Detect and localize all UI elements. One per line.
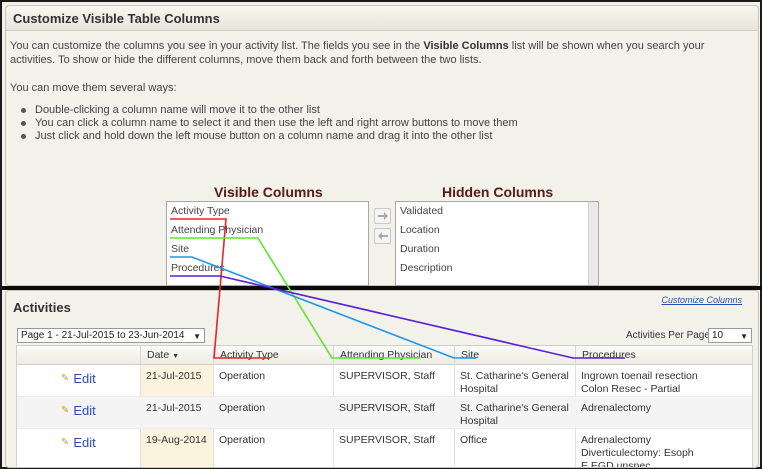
hidden-list-scrollbar[interactable] xyxy=(588,202,598,285)
customize-panel-header: Customize Visible Table Columns xyxy=(6,6,758,31)
instruction-item: Just click and hold down the left mouse … xyxy=(21,130,518,143)
cell-physician: SUPERVISOR, Staff xyxy=(339,434,435,446)
cell-procedures: Ingrown toenail resection Colon Resec - P… xyxy=(575,370,698,396)
hidden-column-item[interactable]: Location xyxy=(396,221,598,240)
activities-title: Activities xyxy=(13,300,71,315)
cell-activity-type: Operation xyxy=(219,370,266,382)
cell-site: St. Catharine's General Hospital xyxy=(454,370,569,396)
table-row: ✎ Edit 21-Jul-2015 Operation SUPERVISOR, … xyxy=(17,397,752,429)
procedure-line: E EGD unspec xyxy=(581,460,651,468)
header-site[interactable]: Site xyxy=(454,346,575,365)
header-date[interactable]: Date ▼ xyxy=(140,346,213,365)
customize-intro-text: You can customize the columns you see in… xyxy=(10,39,745,67)
intro-text-part1: You can customize the columns you see in… xyxy=(10,40,424,52)
visible-columns-heading: Visible Columns xyxy=(214,184,323,200)
cell-site: St. Catharine's General Hospital xyxy=(454,402,569,428)
cell-procedures: Adrenalectomy Diverticulectomy: Esoph E EG… xyxy=(575,434,694,468)
dropdown-caret-icon: ▼ xyxy=(740,332,748,341)
activities-panel: Activities Customize Columns Page 1 - 21… xyxy=(5,290,759,468)
edit-link[interactable]: ✎ Edit xyxy=(61,435,96,450)
site-line: St. Catharine's General xyxy=(460,402,569,414)
per-page-select[interactable]: 10 ▼ xyxy=(708,328,752,343)
activities-table: Date ▼ Activity Type Attending Physician… xyxy=(16,345,753,468)
hidden-column-item[interactable]: Duration xyxy=(396,240,598,259)
instruction-item: You can click a column name to select it… xyxy=(21,117,518,129)
ways-text: You can move them several ways: xyxy=(10,82,177,94)
table-header: Date ▼ Activity Type Attending Physician… xyxy=(17,346,752,365)
customize-panel-title: Customize Visible Table Columns xyxy=(13,11,220,26)
cell-date: 19-Aug-2014 xyxy=(146,434,207,446)
cell-site: Office xyxy=(460,434,488,446)
pencil-icon: ✎ xyxy=(61,437,70,448)
page-range-select[interactable]: Page 1 - 21-Jul-2015 to 23-Jun-2014 ▼ xyxy=(17,328,205,343)
dropdown-caret-icon: ▼ xyxy=(193,332,201,341)
arrow-left-icon xyxy=(377,232,388,240)
cell-physician: SUPERVISOR, Staff xyxy=(339,402,435,414)
pencil-icon: ✎ xyxy=(61,373,70,384)
visible-column-item[interactable]: Procedures xyxy=(167,259,368,278)
sort-desc-icon: ▼ xyxy=(172,353,180,360)
move-right-button[interactable] xyxy=(374,208,391,224)
site-line: St. Catharine's General xyxy=(460,370,569,382)
hidden-columns-heading: Hidden Columns xyxy=(442,184,554,200)
per-page-value: 10 xyxy=(712,330,724,341)
visible-column-item[interactable]: Attending Physician xyxy=(167,221,368,240)
edit-label: Edit xyxy=(73,371,96,386)
site-line: Hospital xyxy=(460,383,498,395)
visible-column-item[interactable]: Site xyxy=(167,240,368,259)
site-line: Hospital xyxy=(460,415,498,427)
screenshot-frame: Customize Visible Table Columns You can … xyxy=(0,0,762,469)
hidden-column-item[interactable]: Validated xyxy=(396,202,598,221)
instructions-list: Double-clicking a column name will move … xyxy=(21,104,518,143)
hidden-columns-list[interactable]: Validated Location Duration Description xyxy=(395,201,599,286)
edit-link[interactable]: ✎ Edit xyxy=(61,403,96,418)
edit-link[interactable]: ✎ Edit xyxy=(61,371,96,386)
header-date-label: Date xyxy=(147,349,170,361)
visible-column-item[interactable]: Activity Type xyxy=(167,202,368,221)
procedure-line: Adrenalectomy xyxy=(581,402,652,414)
procedure-line: Ingrown toenail resection xyxy=(581,370,698,382)
procedure-line: Adrenalectomy xyxy=(581,434,652,446)
cell-date: 21-Jul-2015 xyxy=(146,402,202,414)
procedure-line: Colon Resec - Partial xyxy=(581,383,681,395)
table-row: ✎ Edit 19-Aug-2014 Operation SUPERVISOR, … xyxy=(17,429,752,468)
customize-columns-link[interactable]: Customize Columns xyxy=(661,295,742,305)
visible-columns-list[interactable]: Activity Type Attending Physician Site P… xyxy=(166,201,369,286)
edit-label: Edit xyxy=(73,435,96,450)
intro-text-bold: Visible Columns xyxy=(423,40,509,52)
pencil-icon: ✎ xyxy=(61,405,70,416)
hidden-column-item[interactable]: Description xyxy=(396,259,598,278)
header-procedures[interactable]: Procedures xyxy=(575,346,754,365)
per-page-label: Activities Per Page: xyxy=(626,330,713,341)
cell-activity-type: Operation xyxy=(219,434,266,446)
header-attending-physician[interactable]: Attending Physician xyxy=(333,346,454,365)
cell-procedures: Adrenalectomy xyxy=(575,402,651,415)
move-left-button[interactable] xyxy=(374,228,391,244)
cell-activity-type: Operation xyxy=(219,402,266,414)
cell-date: 21-Jul-2015 xyxy=(146,370,202,382)
procedure-line: Diverticulectomy: Esoph xyxy=(581,447,694,459)
header-activity-type[interactable]: Activity Type xyxy=(213,346,333,365)
arrow-right-icon xyxy=(377,212,388,220)
page-range-value: Page 1 - 21-Jul-2015 to 23-Jun-2014 xyxy=(21,330,185,341)
edit-label: Edit xyxy=(73,403,96,418)
table-row: ✎ Edit 21-Jul-2015 Operation SUPERVISOR, … xyxy=(17,365,752,397)
instruction-item: Double-clicking a column name will move … xyxy=(21,104,518,117)
cell-physician: SUPERVISOR, Staff xyxy=(339,370,435,382)
